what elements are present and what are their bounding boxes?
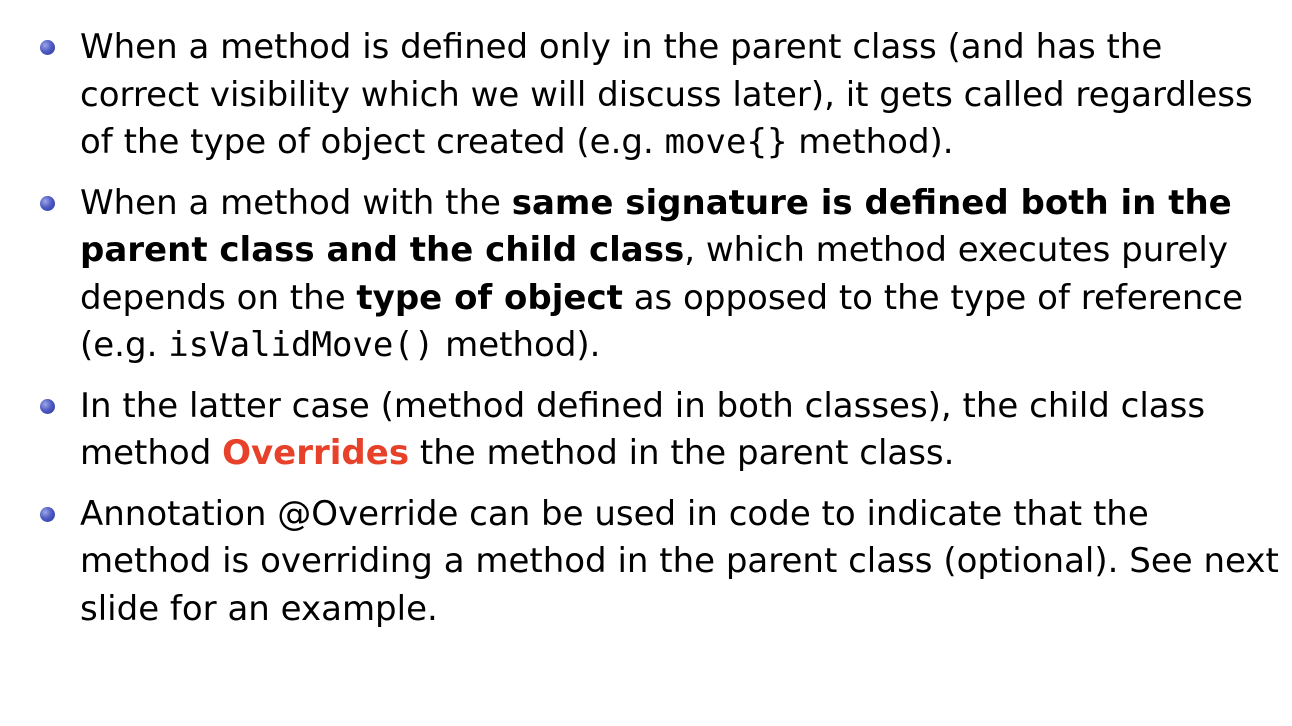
- code-move: move{}: [664, 122, 788, 162]
- bullet-list: When a method is defined only in the par…: [40, 24, 1280, 646]
- slide: When a method is defined only in the par…: [0, 0, 1292, 726]
- bullet-text: When a method with the: [80, 182, 512, 223]
- bullet-ball-icon: [40, 195, 55, 211]
- bullet-item-same-signature: When a method with the same signature is…: [40, 180, 1280, 370]
- bullet-text: method).: [787, 122, 954, 162]
- bullet-ball-icon: [40, 506, 55, 522]
- bullet-text: method).: [434, 325, 601, 365]
- bullet-text: Annotation @Override can be used in code…: [80, 493, 1279, 629]
- alert-overrides: Overrides: [222, 433, 410, 473]
- bullet-text: the method in the parent class.: [409, 433, 955, 473]
- bullet-item-annotation: Annotation @Override can be used in code…: [40, 491, 1280, 634]
- bullet-ball-icon: [40, 40, 55, 55]
- bullet-item-overrides: In the latter case (method defined in bo…: [40, 383, 1280, 478]
- bold-type-of-object: type of object: [356, 277, 623, 318]
- code-isvalidmove: isValidMove(): [168, 325, 435, 365]
- bullet-item-parent-method: When a method is defined only in the par…: [40, 24, 1280, 167]
- bullet-ball-icon: [40, 398, 55, 414]
